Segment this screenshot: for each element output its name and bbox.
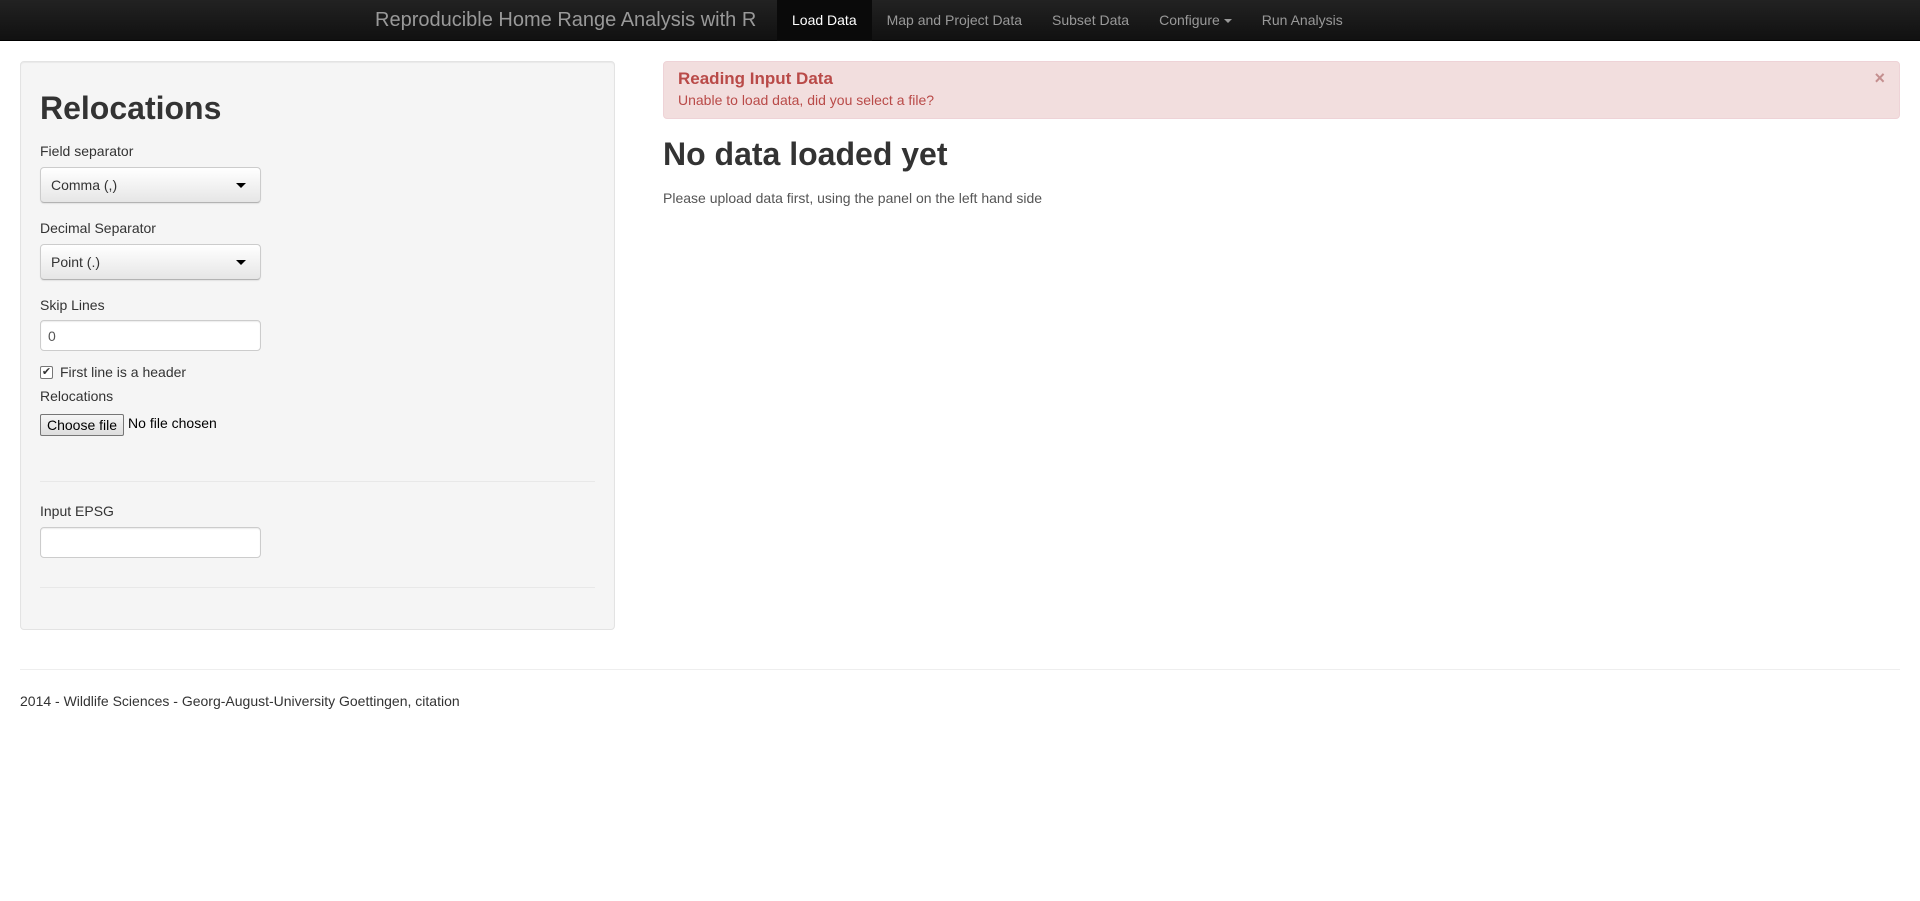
nav-tabs: Load Data Map and Project Data Subset Da…: [777, 0, 1358, 41]
dropdown-arrow-icon: [236, 183, 246, 188]
decimal-separator-select[interactable]: Point (.): [40, 244, 261, 280]
tab-label: Subset Data: [1052, 12, 1130, 28]
header-checkbox[interactable]: ✔: [40, 365, 53, 379]
input-epsg-label: Input EPSG: [40, 503, 114, 519]
header-checkbox-row[interactable]: ✔ First line is a header: [40, 364, 186, 380]
divider: [40, 481, 595, 482]
footer-divider: [20, 669, 1900, 670]
field-separator-value: Comma (,): [51, 177, 118, 193]
tab-subset-data[interactable]: Subset Data: [1037, 0, 1144, 41]
tab-load-data[interactable]: Load Data: [777, 0, 872, 41]
sidebar-title: Relocations: [40, 90, 222, 126]
alert-title: Reading Input Data: [678, 69, 833, 88]
decimal-separator-label: Decimal Separator: [40, 220, 156, 236]
tab-map-and-project-data[interactable]: Map and Project Data: [872, 0, 1037, 41]
skip-lines-input[interactable]: [40, 320, 261, 351]
citation-link[interactable]: citation: [415, 693, 459, 709]
caret-down-icon: [1223, 19, 1232, 24]
error-alert: Reading Input Data Unable to load data, …: [663, 61, 1900, 119]
tab-label: Configure: [1159, 12, 1220, 28]
tab-configure-dropdown[interactable]: Configure: [1144, 0, 1247, 41]
header-checkbox-label: First line is a header: [60, 364, 187, 380]
tab-run-analysis[interactable]: Run Analysis: [1247, 0, 1358, 41]
tab-label: Map and Project Data: [886, 12, 1023, 28]
tab-label: Run Analysis: [1261, 12, 1343, 28]
relocations-file-label: Relocations: [40, 388, 114, 404]
choose-file-button[interactable]: Choose file: [40, 414, 125, 436]
footer-text: 2014 - Wildlife Sciences - Georg-August-…: [20, 693, 416, 709]
navbar: Reproducible Home Range Analysis with R …: [0, 0, 1920, 41]
main-message: Please upload data first, using the pane…: [663, 190, 1043, 206]
sidebar-panel: Relocations Field separator Comma (,) De…: [20, 61, 615, 630]
decimal-separator-value: Point (.): [51, 254, 101, 270]
tab-label: Load Data: [792, 12, 857, 28]
field-separator-select[interactable]: Comma (,): [40, 167, 261, 203]
relocations-file-input: Choose file No file chosen: [40, 414, 217, 436]
file-status: No file chosen: [128, 415, 217, 431]
divider: [40, 587, 595, 588]
main-heading: No data loaded yet: [663, 136, 948, 172]
alert-message: Unable to load data, did you select a fi…: [678, 92, 935, 108]
skip-lines-label: Skip Lines: [40, 297, 105, 313]
app-brand[interactable]: Reproducible Home Range Analysis with R: [375, 0, 756, 41]
field-separator-label: Field separator: [40, 143, 134, 159]
footer: 2014 - Wildlife Sciences - Georg-August-…: [20, 693, 460, 709]
input-epsg-field[interactable]: [40, 527, 261, 558]
dropdown-arrow-icon: [236, 260, 246, 265]
close-icon[interactable]: ×: [1874, 68, 1885, 89]
